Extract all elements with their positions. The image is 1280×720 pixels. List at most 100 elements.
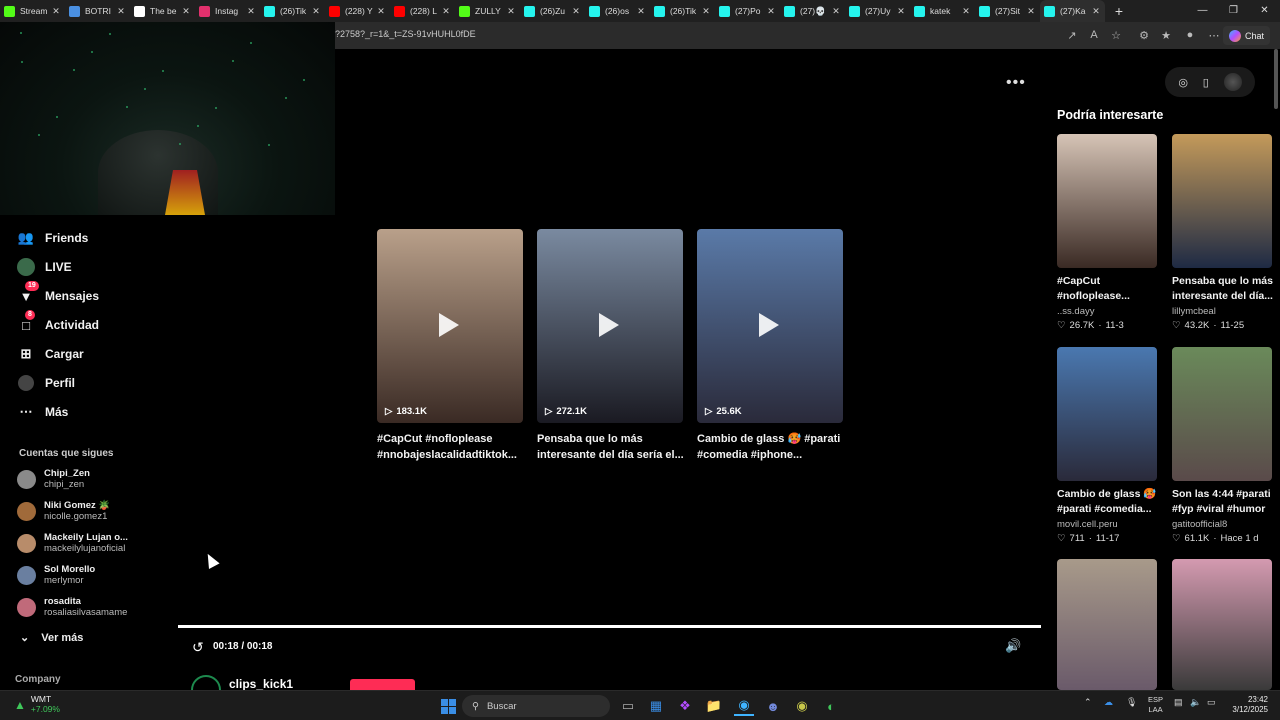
tab-close-icon[interactable]: ✕	[51, 6, 61, 17]
more-options-icon[interactable]: •••	[1006, 74, 1026, 92]
play-icon[interactable]	[759, 313, 779, 337]
browser-tab[interactable]: BOTRI ✕	[65, 0, 130, 22]
volume-icon[interactable]: 🔊	[1005, 638, 1021, 654]
new-tab-button[interactable]: +	[1109, 3, 1129, 19]
nav-messages[interactable]: ▼ 19 Mensajes	[17, 281, 99, 307]
favorite-star-icon[interactable]: ☆	[1109, 29, 1123, 42]
browser-tab[interactable]: (26)Zu ✕	[520, 0, 585, 22]
tab-close-icon[interactable]: ✕	[701, 6, 711, 17]
replay-icon[interactable]: ↺	[192, 639, 204, 656]
chrome-icon[interactable]: ◐	[821, 696, 841, 716]
file-explorer-icon[interactable]: 📁	[704, 696, 724, 716]
tab-close-icon[interactable]: ✕	[311, 6, 321, 17]
tab-close-icon[interactable]: ✕	[441, 6, 451, 17]
favorites-icon[interactable]: ★	[1159, 29, 1173, 42]
browser-tab[interactable]: (228) L ✕	[390, 0, 455, 22]
nav-upload[interactable]: ⊞ Cargar	[17, 343, 84, 365]
recommended-thumbnail[interactable]	[1057, 347, 1157, 481]
recommended-author[interactable]: lillymcbeal	[1172, 306, 1273, 317]
taskbar-search[interactable]: ⚲ Buscar	[462, 695, 610, 717]
browser-tab[interactable]: (27)Uy ✕	[845, 0, 910, 22]
recommended-card[interactable]: Son las 4:44 #parati #fyp #viral #humor …	[1172, 347, 1273, 544]
copilot-chat-button[interactable]: Chat	[1222, 26, 1270, 45]
browser-tab[interactable]: (27)Ka ✕	[1040, 0, 1105, 22]
copilot-app-icon[interactable]: ❖	[675, 696, 695, 716]
nav-profile[interactable]: Perfil	[17, 372, 75, 394]
browser-tab[interactable]: (228) Y ✕	[325, 0, 390, 22]
browser-tab[interactable]: (26)os ✕	[585, 0, 650, 22]
recommended-thumbnail[interactable]	[1172, 559, 1272, 690]
following-item[interactable]: Mackeily Lujan o... mackeilylujanoficial	[17, 529, 128, 557]
video-thumbnail[interactable]: ▷ 183.1K	[377, 229, 523, 423]
microphone-icon[interactable]: 🎙	[1126, 697, 1137, 708]
see-more-button[interactable]: ⌄ Ver más	[20, 631, 83, 645]
related-video-card[interactable]: ▷ 183.1K #CapCut #nofloplease #nnobajesla…	[377, 229, 523, 463]
stock-widget[interactable]: ▲ WMT +7.09%	[14, 694, 60, 715]
language-indicator[interactable]: ESP LAA	[1148, 695, 1163, 715]
tab-close-icon[interactable]: ✕	[506, 6, 516, 17]
recommended-author[interactable]: ..ss.dayy	[1057, 306, 1158, 317]
discord-icon[interactable]: ☻	[763, 696, 783, 716]
following-item[interactable]: Chipi_Zen chipi_zen	[17, 465, 90, 493]
battery-icon[interactable]: ▭	[1207, 697, 1216, 708]
tab-close-icon[interactable]: ✕	[246, 6, 256, 17]
url-field[interactable]: ?2758?_r=1&_t=ZS-91vHUHL0fDE	[335, 29, 476, 39]
store-icon[interactable]: ▦	[646, 696, 666, 716]
browser-tab[interactable]: (27)Sit ✕	[975, 0, 1040, 22]
related-video-card[interactable]: ▷ 272.1K Pensaba que lo más interesante d…	[537, 229, 683, 463]
extensions-icon[interactable]: ⚙	[1137, 29, 1151, 42]
browser-tab[interactable]: Instag ✕	[195, 0, 260, 22]
recommended-thumbnail[interactable]	[1172, 347, 1272, 481]
recommended-card[interactable]	[1172, 559, 1273, 690]
tab-close-icon[interactable]: ✕	[116, 6, 126, 17]
play-icon[interactable]	[439, 313, 459, 337]
recommended-author[interactable]: movil.cell.peru	[1057, 519, 1158, 530]
recommended-thumbnail[interactable]	[1172, 134, 1272, 268]
nav-more[interactable]: ⋯ Más	[17, 401, 69, 423]
following-item[interactable]: Niki Gomez 🪴 nicolle.gomez1	[17, 497, 110, 525]
play-icon[interactable]	[599, 313, 619, 337]
tab-close-icon[interactable]: ✕	[636, 6, 646, 17]
onedrive-icon[interactable]: ☁	[1104, 697, 1113, 708]
user-avatar[interactable]	[1223, 73, 1242, 91]
compass-icon[interactable]: ◎	[1178, 76, 1188, 89]
page-scrollbar[interactable]	[1274, 49, 1278, 109]
menu-dots-icon[interactable]: ⋯	[1207, 29, 1221, 42]
recommended-card[interactable]: Cambio de glass 🥵 #parati #comedia... mo…	[1057, 347, 1158, 544]
tab-close-icon[interactable]: ✕	[831, 6, 841, 17]
windows-start-icon[interactable]	[438, 696, 458, 716]
browser-tab[interactable]: (26)Tik ✕	[650, 0, 715, 22]
browser-tab[interactable]: (27)Po ✕	[715, 0, 780, 22]
tab-close-icon[interactable]: ✕	[961, 6, 971, 17]
nav-activity[interactable]: □ 8 Actividad	[17, 310, 99, 336]
browser-tab[interactable]: katek ✕	[910, 0, 975, 22]
tray-chevron-icon[interactable]: ⌃	[1084, 697, 1092, 708]
network-icon[interactable]: ▤	[1174, 697, 1183, 708]
video-thumbnail[interactable]: ▷ 272.1K	[537, 229, 683, 423]
system-clock[interactable]: 23:42 3/12/2025	[1226, 695, 1268, 715]
video-progress-bar[interactable]	[178, 625, 1041, 628]
edge-browser-icon[interactable]: ◉	[734, 696, 754, 716]
nav-live[interactable]: LIVE	[17, 256, 72, 278]
recommended-thumbnail[interactable]	[1057, 134, 1157, 268]
minimize-icon[interactable]: —	[1187, 0, 1218, 22]
tab-close-icon[interactable]: ✕	[1026, 6, 1036, 17]
recommended-card[interactable]: #CapCut #nofloplease... ..ss.dayy ♡ 26.7K…	[1057, 134, 1158, 331]
app-icon[interactable]: ◉	[792, 696, 812, 716]
tab-close-icon[interactable]: ✕	[571, 6, 581, 17]
recommended-card[interactable]	[1057, 559, 1158, 690]
author-name[interactable]: clips_kick1	[229, 677, 293, 690]
browser-tab[interactable]: (27)💀 ✕	[780, 0, 845, 22]
following-item[interactable]: rosadita rosaliasilvasamame	[17, 593, 127, 621]
profile-avatar-icon[interactable]: ●	[1183, 29, 1197, 41]
browser-tab[interactable]: Stream ✕	[0, 0, 65, 22]
recommended-card[interactable]: Pensaba que lo más interesante del día..…	[1172, 134, 1273, 331]
read-aloud-icon[interactable]: A	[1087, 29, 1101, 41]
recommended-thumbnail[interactable]	[1057, 559, 1157, 690]
open-in-app-icon[interactable]: ↗	[1065, 29, 1079, 42]
company-link[interactable]: Company	[15, 674, 61, 685]
related-video-card[interactable]: ▷ 25.6K Cambio de glass 🥵 #parati #comedi…	[697, 229, 843, 463]
close-window-icon[interactable]: ✕	[1249, 0, 1280, 22]
follow-button[interactable]	[350, 679, 415, 690]
tab-close-icon[interactable]: ✕	[1091, 6, 1101, 17]
